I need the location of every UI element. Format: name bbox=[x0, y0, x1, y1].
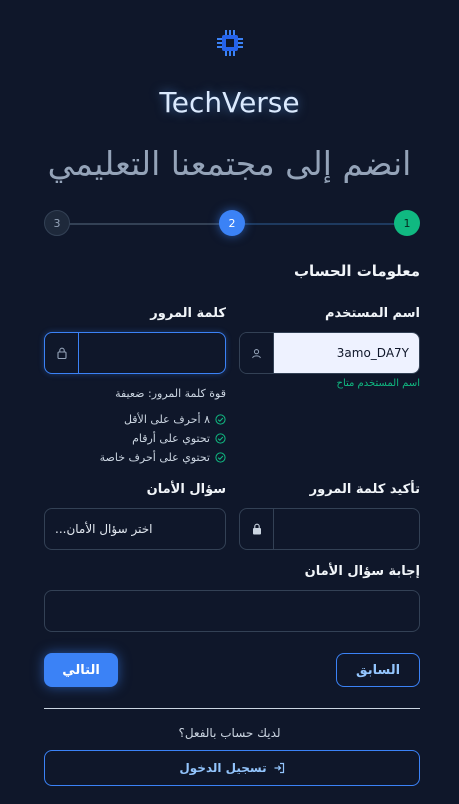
confirm-password-label: تأكيد كلمة المرور bbox=[309, 482, 420, 497]
security-question-value[interactable]: اختر سؤال الأمان... bbox=[45, 509, 225, 549]
username-input[interactable]: 3amo_DA7Y bbox=[274, 333, 419, 373]
confirm-password-input[interactable] bbox=[274, 509, 419, 549]
requirement-text: تحتوي على أحرف خاصة bbox=[99, 451, 210, 464]
step-1: 1 bbox=[394, 210, 420, 236]
login-label: تسجيل الدخول bbox=[179, 761, 267, 775]
requirement-item: تحتوي على أرقام bbox=[100, 429, 226, 448]
step-indicator: 3 2 1 bbox=[44, 210, 420, 236]
have-account-text: لديك حساب بالفعل؟ bbox=[178, 726, 281, 740]
check-circle-icon bbox=[215, 433, 226, 444]
step-track-progress bbox=[244, 223, 408, 225]
password-requirements: ٨ أحرف على الأقل تحتوي على أرقام تحتوي ع… bbox=[100, 410, 226, 467]
security-answer-label: إجابة سؤال الأمان bbox=[304, 564, 420, 579]
login-icon bbox=[274, 762, 284, 774]
divider bbox=[44, 708, 420, 709]
check-circle-icon bbox=[215, 452, 226, 463]
username-field[interactable]: 3amo_DA7Y bbox=[239, 332, 420, 374]
page-headline: انضم إلى مجتمعنا التعليمي bbox=[47, 144, 412, 183]
security-question-label: سؤال الأمان bbox=[146, 482, 226, 497]
password-input[interactable] bbox=[79, 333, 225, 373]
chip-icon bbox=[216, 30, 243, 56]
user-icon bbox=[240, 333, 274, 373]
lock-icon bbox=[45, 333, 79, 373]
security-answer-field[interactable] bbox=[44, 590, 420, 632]
check-circle-icon bbox=[215, 414, 226, 425]
next-button[interactable]: التالي bbox=[44, 653, 118, 687]
step-2: 2 bbox=[219, 210, 245, 236]
previous-button[interactable]: السابق bbox=[336, 653, 420, 687]
logo bbox=[0, 28, 459, 58]
username-label: اسم المستخدم bbox=[325, 306, 420, 321]
lock-icon bbox=[240, 509, 274, 549]
section-title: معلومات الحساب bbox=[293, 262, 420, 280]
username-available-hint: اسم المستخدم متاح bbox=[336, 378, 421, 389]
password-label: كلمة المرور bbox=[150, 306, 226, 321]
step-3: 3 bbox=[44, 210, 70, 236]
requirement-text: تحتوي على أرقام bbox=[132, 432, 210, 445]
brand-name: TechVerse bbox=[159, 86, 300, 119]
security-question-select[interactable]: اختر سؤال الأمان... bbox=[44, 508, 226, 550]
requirement-text: ٨ أحرف على الأقل bbox=[123, 413, 210, 426]
password-strength: قوة كلمة المرور: ضعيفة bbox=[115, 387, 226, 400]
requirement-item: ٨ أحرف على الأقل bbox=[100, 410, 226, 429]
password-field[interactable] bbox=[44, 332, 226, 374]
security-answer-input[interactable] bbox=[45, 591, 419, 631]
login-button[interactable]: تسجيل الدخول bbox=[44, 750, 420, 786]
requirement-item: تحتوي على أحرف خاصة bbox=[100, 448, 226, 467]
confirm-password-field[interactable] bbox=[239, 508, 420, 550]
